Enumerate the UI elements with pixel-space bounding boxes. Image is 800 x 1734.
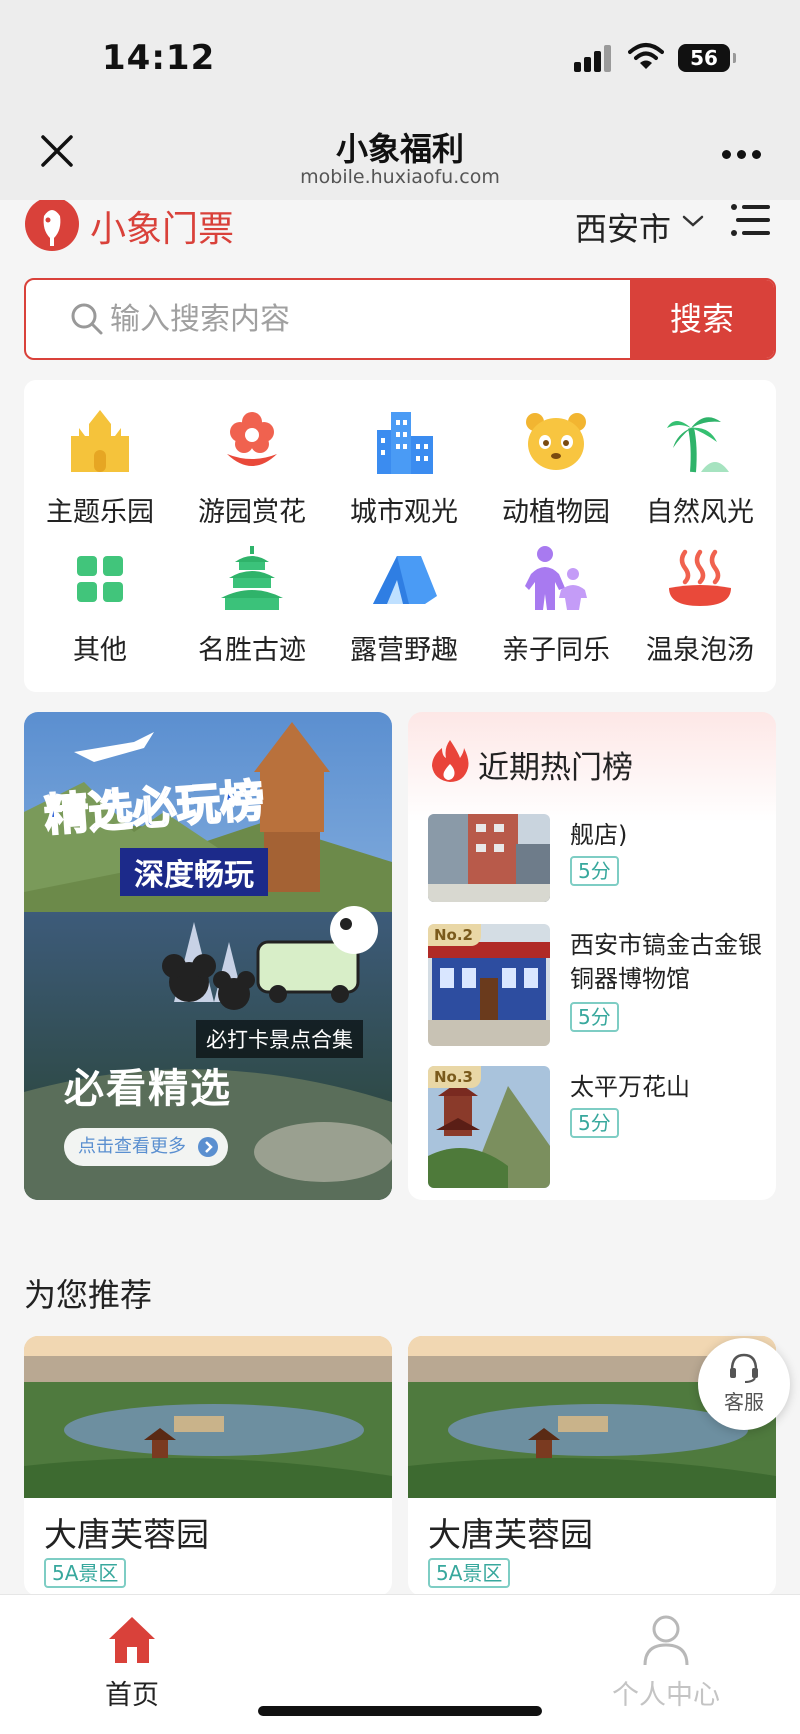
- view-more-button[interactable]: 点击查看更多: [64, 1128, 228, 1166]
- search-input[interactable]: [110, 280, 630, 358]
- tent-icon: [373, 556, 437, 604]
- home-indicator: [258, 1706, 542, 1716]
- page-title: 小象福利: [335, 130, 464, 168]
- category-other[interactable]: 其他: [24, 544, 176, 667]
- category-label: 其他: [73, 635, 127, 666]
- customer-service-label: 客服: [724, 1390, 764, 1414]
- recommend-card-name: 大唐芙蓉园: [428, 1515, 593, 1554]
- recommend-card-name: 大唐芙蓉园: [44, 1515, 209, 1554]
- hot-list-item[interactable]: 舰店) 5分: [428, 814, 768, 902]
- family-icon: [525, 546, 587, 610]
- page-domain: mobile.huxiaofu.com: [300, 166, 500, 188]
- hot-list-item[interactable]: No.2 西安市镐金古金银铜器博物馆 5分: [428, 924, 768, 1046]
- user-icon: [643, 1615, 689, 1666]
- featured-caption: 必打卡景点合集: [196, 1020, 363, 1058]
- recommend-section-title: 为您推荐: [24, 1276, 153, 1314]
- chevron-right-icon: [198, 1137, 218, 1157]
- search-bar: 搜索: [24, 278, 776, 360]
- search-icon: [71, 303, 103, 335]
- featured-title: 必看精选: [64, 1066, 232, 1112]
- recommend-card-image: [24, 1336, 392, 1498]
- chevron-down-icon[interactable]: [682, 214, 704, 228]
- category-flowers[interactable]: 游园赏花: [176, 406, 328, 529]
- category-camping[interactable]: 露营野趣: [328, 544, 480, 667]
- grid-icon: [77, 556, 123, 602]
- battery-indicator: 56: [678, 44, 736, 72]
- hot-item-name: 西安市镐金古金银铜器博物馆: [570, 931, 762, 993]
- category-family[interactable]: 亲子同乐: [480, 544, 632, 667]
- tab-home[interactable]: 首页: [62, 1613, 202, 1712]
- headset-icon: [730, 1353, 758, 1383]
- menu-icon[interactable]: [730, 202, 770, 238]
- rank-badge: No.3: [428, 1066, 481, 1088]
- hot-item-name: 舰店): [570, 821, 628, 849]
- wifi-icon: [628, 43, 664, 69]
- hot-item-thumbnail: No.2: [428, 924, 550, 1046]
- customer-service-button[interactable]: 客服: [698, 1338, 790, 1430]
- status-bar: 14:12 56: [0, 0, 800, 110]
- temple-icon: [221, 546, 283, 610]
- search-button[interactable]: 搜索: [630, 280, 774, 358]
- category-panel: 主题乐园 游园赏花 城市观光 动植物园 自然风光 其他 名胜古迹 露营野趣 亲子…: [24, 380, 776, 692]
- more-icon[interactable]: [722, 150, 762, 160]
- hot-item-score: 5分: [570, 1108, 619, 1138]
- category-zoo[interactable]: 动植物园: [480, 406, 632, 529]
- status-time: 14:12: [102, 38, 216, 78]
- hot-ranking-panel: 近期热门榜 舰店) 5分 No.2 西安市镐金古金银铜器博物馆 5分 No.3 …: [408, 712, 776, 1200]
- fire-icon: [432, 740, 469, 782]
- flower-icon: [227, 412, 277, 466]
- buildings-icon: [377, 412, 433, 474]
- category-label: 温泉泡汤: [646, 635, 754, 666]
- view-more-label: 点击查看更多: [78, 1136, 186, 1157]
- brand-logo-text: 小象门票: [90, 209, 235, 250]
- category-nature[interactable]: 自然风光: [624, 406, 776, 529]
- page-header: 小象门票 西安市: [0, 200, 800, 266]
- tab-profile-label: 个人中心: [612, 1680, 720, 1711]
- city-selector[interactable]: 西安市: [575, 204, 671, 250]
- category-label: 名胜古迹: [198, 635, 306, 666]
- castle-icon: [71, 410, 129, 472]
- hot-item-name: 太平万花山: [570, 1073, 690, 1101]
- category-label: 亲子同乐: [502, 635, 610, 666]
- recommend-card-tag: 5A景区: [428, 1558, 511, 1588]
- category-hot-spring[interactable]: 温泉泡汤: [624, 544, 776, 667]
- category-heritage[interactable]: 名胜古迹: [176, 544, 328, 667]
- category-label: 动植物园: [502, 497, 610, 528]
- category-label: 露营野趣: [350, 635, 458, 666]
- hot-item-thumbnail: No.3: [428, 1066, 550, 1188]
- hot-list-item[interactable]: No.3 太平万花山 5分: [428, 1066, 768, 1188]
- category-theme-park[interactable]: 主题乐园: [24, 406, 176, 529]
- featured-picks-card[interactable]: 精选必玩榜 深度畅玩 必打卡景点合集 必看精选 点击查看更多: [24, 712, 392, 1200]
- hot-item-score: 5分: [570, 856, 619, 886]
- featured-ribbon: 深度畅玩: [120, 848, 268, 896]
- panda-icon: [526, 413, 586, 470]
- category-label: 主题乐园: [46, 497, 154, 528]
- category-city-tour[interactable]: 城市观光: [328, 406, 480, 529]
- palm-icon: [667, 417, 729, 473]
- category-label: 游园赏花: [198, 497, 306, 528]
- hot-item-score: 5分: [570, 1002, 619, 1032]
- category-label: 自然风光: [646, 497, 754, 528]
- browser-nav-bar: 小象福利 mobile.huxiaofu.com: [0, 110, 800, 200]
- tab-profile[interactable]: 个人中心: [596, 1613, 736, 1712]
- tab-home-label: 首页: [105, 1680, 159, 1711]
- hot-ranking-title: 近期热门榜: [478, 750, 633, 786]
- hot-item-thumbnail: [428, 814, 550, 902]
- home-icon: [109, 1617, 155, 1663]
- cellular-signal-icon: [574, 44, 614, 72]
- category-label: 城市观光: [350, 497, 458, 528]
- elephant-logo-icon: [25, 200, 79, 251]
- recommend-card[interactable]: 大唐芙蓉园 5A景区: [24, 1336, 392, 1596]
- rank-badge: No.2: [428, 924, 481, 946]
- recommend-card-tag: 5A景区: [44, 1558, 127, 1588]
- hotspring-icon: [669, 549, 731, 606]
